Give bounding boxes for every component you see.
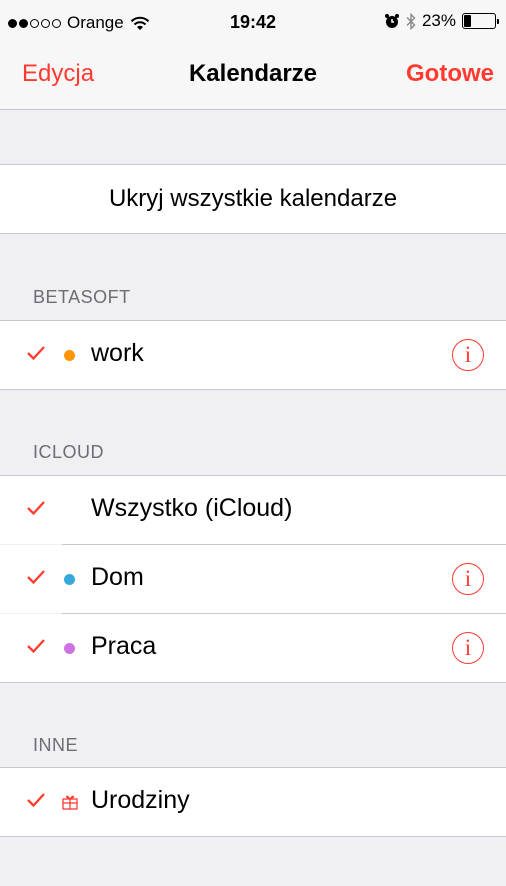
divider: [0, 836, 506, 837]
battery-icon: [462, 13, 499, 29]
info-icon[interactable]: i: [452, 563, 484, 595]
calendar-row-dom[interactable]: Dom i: [0, 545, 506, 613]
checkmark-icon: [27, 639, 45, 654]
calendar-label: Urodziny: [91, 786, 190, 814]
status-bar: Orange 19:42 23%: [0, 0, 506, 40]
checkmark-icon: [27, 501, 45, 516]
divider: [0, 389, 506, 390]
done-button[interactable]: Gotowe: [406, 60, 494, 88]
calendar-color-dot: [64, 643, 75, 654]
section-header-inne: INNE: [33, 735, 79, 755]
calendar-color-dot: [64, 574, 75, 585]
checkmark-icon: [27, 346, 45, 361]
calendar-label: Praca: [91, 632, 157, 660]
checkmark-icon: [27, 570, 45, 585]
calendar-color-dot: [64, 350, 75, 361]
calendar-row-work[interactable]: work i: [0, 321, 506, 389]
calendar-row-praca[interactable]: Praca i: [0, 614, 506, 682]
divider: [0, 682, 506, 683]
calendar-label: Dom: [91, 563, 144, 591]
calendar-row-all-icloud[interactable]: Wszystko (iCloud): [0, 476, 506, 544]
checkmark-icon: [27, 793, 45, 808]
calendar-label: Wszystko (iCloud): [91, 494, 293, 522]
calendar-label: work: [91, 339, 144, 367]
hide-all-calendars-button[interactable]: Ukryj wszystkie kalendarze: [0, 164, 506, 234]
navigation-bar: Edycja Kalendarze Gotowe: [0, 40, 506, 110]
status-right: 23%: [384, 11, 499, 31]
gift-icon: [62, 795, 78, 810]
section-header-icloud: ICLOUD: [33, 442, 105, 462]
info-icon[interactable]: i: [452, 339, 484, 371]
battery-fill: [464, 15, 471, 27]
calendar-row-urodziny[interactable]: Urodziny: [0, 768, 506, 836]
info-icon[interactable]: i: [452, 632, 484, 664]
section-header-betasoft: BETASOFT: [33, 287, 131, 307]
bluetooth-icon: [406, 12, 416, 30]
battery-percent: 23%: [421, 11, 456, 30]
alarm-icon: [384, 14, 399, 28]
